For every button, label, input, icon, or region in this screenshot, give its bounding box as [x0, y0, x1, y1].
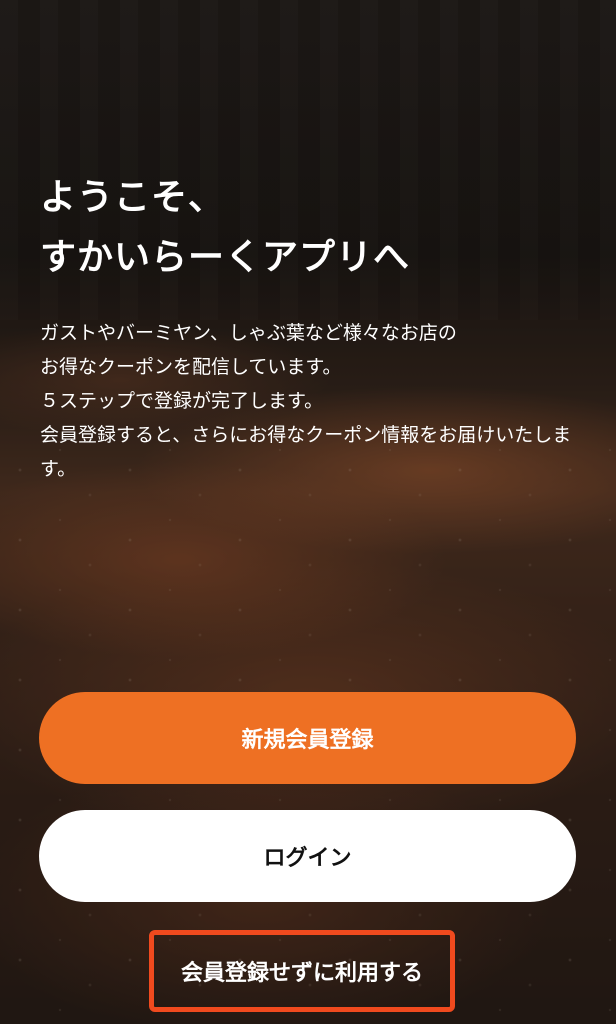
use-without-registration-link[interactable]: 会員登録せずに利用する	[181, 955, 423, 987]
login-button[interactable]: ログイン	[39, 810, 576, 902]
guest-link-highlight: 会員登録せずに利用する	[149, 930, 455, 1012]
welcome-title: ようこそ、 すかいらーくアプリへ	[40, 168, 410, 288]
register-button[interactable]: 新規会員登録	[39, 692, 576, 784]
welcome-description: ガストやバーミヤン、しゃぶ葉など様々なお店の お得なクーポンを配信しています。 …	[40, 316, 580, 486]
welcome-content: ようこそ、 すかいらーくアプリへ ガストやバーミヤン、しゃぶ葉など様々なお店の …	[0, 0, 616, 1024]
description-line3: ５ステップで登録が完了します。	[40, 390, 324, 412]
welcome-screen: ようこそ、 すかいらーくアプリへ ガストやバーミヤン、しゃぶ葉など様々なお店の …	[0, 0, 616, 1024]
welcome-title-line1: ようこそ、	[40, 177, 226, 218]
description-line2: お得なクーポンを配信しています。	[40, 356, 342, 378]
description-line1: ガストやバーミヤン、しゃぶ葉など様々なお店の	[40, 322, 457, 344]
welcome-title-line2: すかいらーくアプリへ	[40, 237, 411, 278]
description-line4: 会員登録すると、さらにお得なクーポン情報をお届けいたします。	[40, 424, 572, 480]
